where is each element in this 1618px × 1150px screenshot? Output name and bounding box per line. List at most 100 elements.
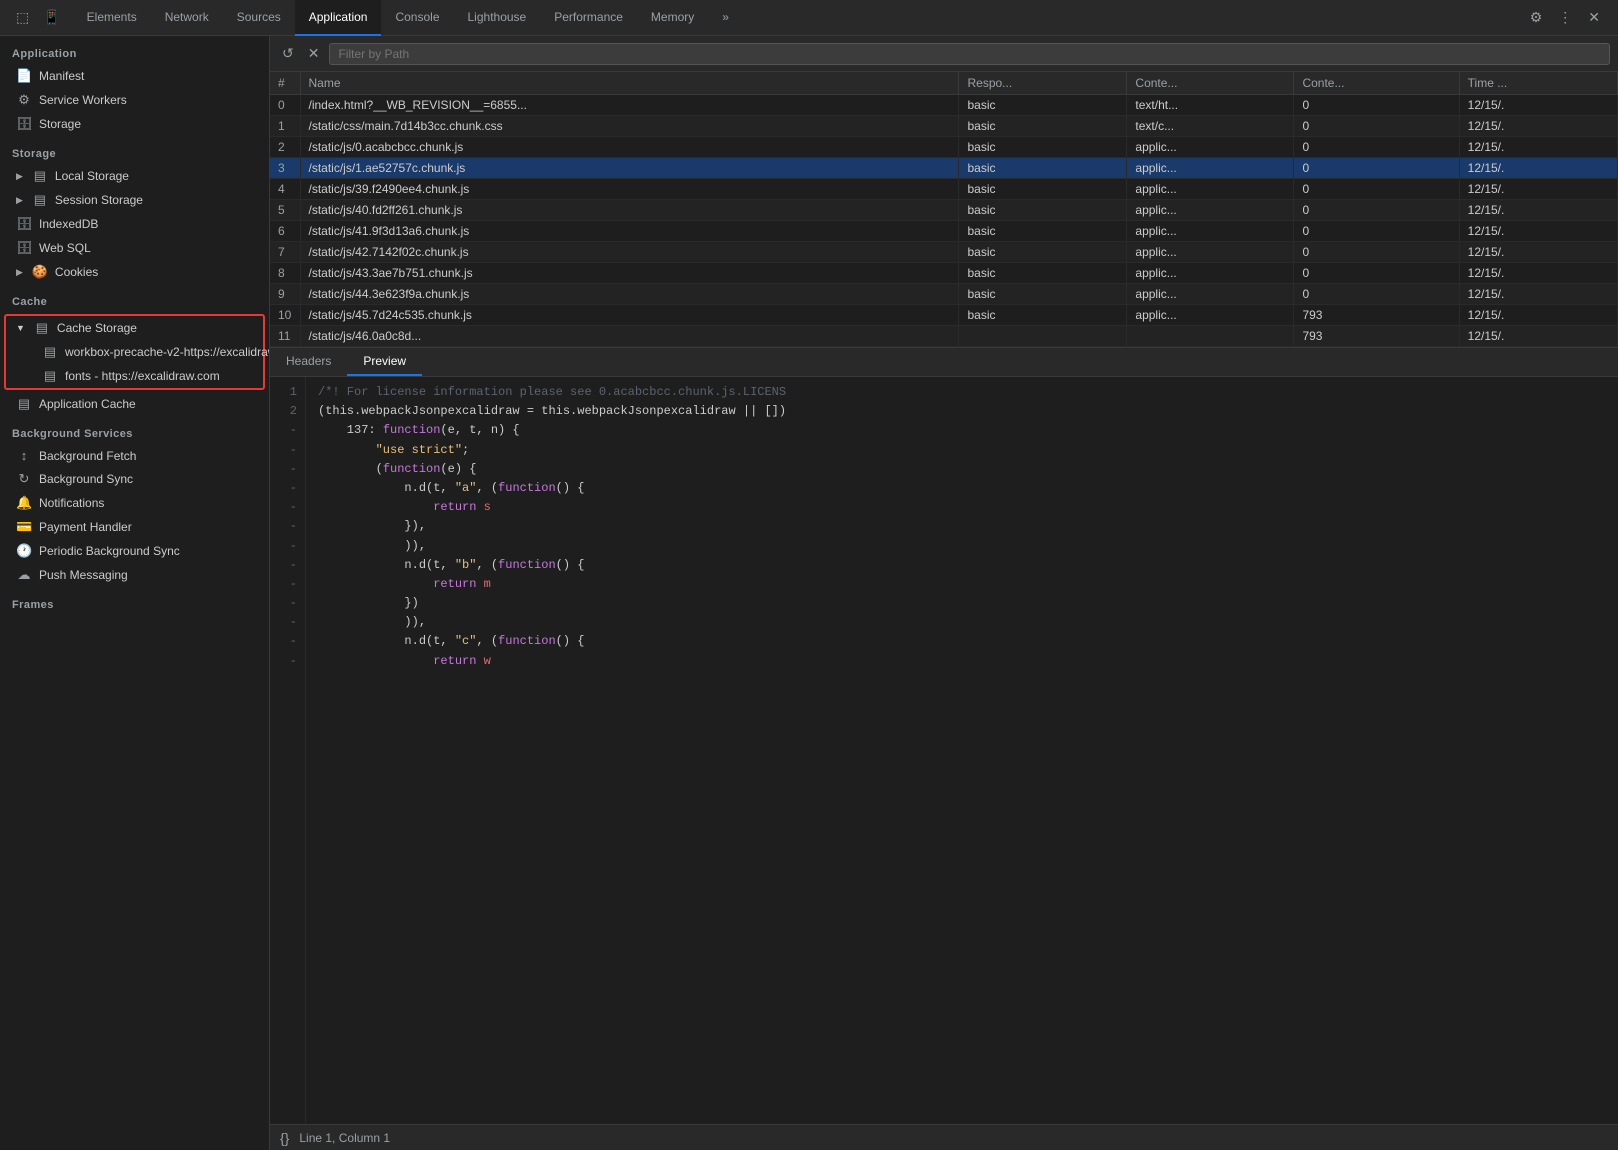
sidebar-item-notifications[interactable]: 🔔 Notifications	[0, 491, 269, 515]
col-header-ct2: Conte...	[1294, 72, 1459, 95]
cell-time: 12/15/.	[1459, 284, 1617, 305]
cell-num: 6	[270, 221, 300, 242]
sidebar-item-bg-fetch[interactable]: ↕ Background Fetch	[0, 444, 269, 467]
tab-lighthouse[interactable]: Lighthouse	[454, 0, 541, 36]
line-number: -	[278, 441, 297, 460]
sidebar-item-storage[interactable]: 🗄 Storage	[0, 112, 269, 136]
table-row[interactable]: 11 /static/js/46.0a0c8d... 793 12/15/.	[270, 326, 1618, 347]
session-storage-label: Session Storage	[55, 193, 143, 207]
sidebar-item-workbox-cache[interactable]: ▤ workbox-precache-v2-https://excalidraw…	[6, 340, 263, 364]
table-row[interactable]: 9 /static/js/44.3e623f9a.chunk.js basic …	[270, 284, 1618, 305]
table-row[interactable]: 8 /static/js/43.3ae7b751.chunk.js basic …	[270, 263, 1618, 284]
cell-time: 12/15/.	[1459, 305, 1617, 326]
col-header-resp: Respo...	[959, 72, 1127, 95]
more-options-icon[interactable]: ⋮	[1552, 5, 1578, 30]
cell-resp: basic	[959, 179, 1127, 200]
sidebar-item-push-messaging[interactable]: ☁ Push Messaging	[0, 563, 269, 587]
tab-console[interactable]: Console	[381, 0, 453, 36]
sidebar-item-bg-sync[interactable]: ↻ Background Sync	[0, 467, 269, 491]
table-row[interactable]: 3 /static/js/1.ae52757c.chunk.js basic a…	[270, 158, 1618, 179]
filter-input[interactable]	[329, 43, 1610, 65]
notifications-icon: 🔔	[16, 495, 32, 511]
cell-time: 12/15/.	[1459, 263, 1617, 284]
tab-performance[interactable]: Performance	[540, 0, 637, 36]
code-line: (function(e) {	[318, 460, 786, 479]
table-row[interactable]: 6 /static/js/41.9f3d13a6.chunk.js basic …	[270, 221, 1618, 242]
sidebar-item-session-storage[interactable]: ▶ ▤ Session Storage	[0, 188, 269, 212]
cell-resp: basic	[959, 200, 1127, 221]
devtools-icons: ⬚ 📱	[4, 5, 73, 30]
sidebar-item-app-cache[interactable]: ▤ Application Cache	[0, 392, 269, 416]
app-cache-label: Application Cache	[39, 397, 136, 411]
sidebar-item-fonts-cache[interactable]: ▤ fonts - https://excalidraw.com	[6, 364, 263, 388]
table-row[interactable]: 10 /static/js/45.7d24c535.chunk.js basic…	[270, 305, 1618, 326]
cell-resp: basic	[959, 221, 1127, 242]
table-row[interactable]: 4 /static/js/39.f2490ee4.chunk.js basic …	[270, 179, 1618, 200]
table-header-row: # Name Respo... Conte... Conte... Time .…	[270, 72, 1618, 95]
sidebar-item-indexeddb[interactable]: 🗄 IndexedDB	[0, 212, 269, 236]
tab-preview[interactable]: Preview	[347, 348, 422, 376]
bg-section-label: Background Services	[0, 416, 269, 444]
line-number: -	[278, 537, 297, 556]
cache-storage-icon: ▤	[34, 320, 50, 336]
service-workers-label: Service Workers	[39, 93, 127, 107]
sidebar-item-periodic-bg-sync[interactable]: 🕐 Periodic Background Sync	[0, 539, 269, 563]
tab-more[interactable]: »	[708, 0, 743, 36]
table-row[interactable]: 7 /static/js/42.7142f02c.chunk.js basic …	[270, 242, 1618, 263]
notifications-label: Notifications	[39, 496, 104, 510]
settings-icon[interactable]: ⚙	[1524, 5, 1549, 30]
code-content: /*! For license information please see 0…	[306, 377, 798, 1124]
line-number: -	[278, 632, 297, 651]
sidebar-item-cookies[interactable]: ▶ 🍪 Cookies	[0, 260, 269, 284]
cell-ct1: applic...	[1127, 284, 1294, 305]
sidebar-item-manifest[interactable]: 📄 Manifest	[0, 64, 269, 88]
code-line: )),	[318, 613, 786, 632]
sidebar-item-service-workers[interactable]: ⚙ Service Workers	[0, 88, 269, 112]
cell-resp: basic	[959, 263, 1127, 284]
tab-network[interactable]: Network	[151, 0, 223, 36]
cell-name: /index.html?__WB_REVISION__=6855...	[300, 95, 959, 116]
cell-num: 0	[270, 95, 300, 116]
sidebar-item-cache-storage[interactable]: ▼ ▤ Cache Storage	[6, 316, 263, 340]
local-storage-label: Local Storage	[55, 169, 129, 183]
sidebar-item-local-storage[interactable]: ▶ ▤ Local Storage	[0, 164, 269, 188]
table-row[interactable]: 0 /index.html?__WB_REVISION__=6855... ba…	[270, 95, 1618, 116]
mobile-icon[interactable]: 📱	[39, 5, 64, 30]
bg-fetch-icon: ↕	[16, 448, 32, 463]
tab-memory[interactable]: Memory	[637, 0, 708, 36]
tab-sources[interactable]: Sources	[223, 0, 295, 36]
cell-name: /static/js/46.0a0c8d...	[300, 326, 959, 347]
clear-icon[interactable]: ✕	[304, 43, 324, 64]
close-icon[interactable]: ✕	[1582, 5, 1606, 30]
cell-num: 9	[270, 284, 300, 305]
cell-ct2: 0	[1294, 200, 1459, 221]
cursor-icon[interactable]: ⬚	[12, 5, 33, 30]
table-row[interactable]: 2 /static/js/0.acabcbcc.chunk.js basic a…	[270, 137, 1618, 158]
line-number: -	[278, 652, 297, 671]
cell-name: /static/js/44.3e623f9a.chunk.js	[300, 284, 959, 305]
cell-ct2: 0	[1294, 263, 1459, 284]
cell-ct1: applic...	[1127, 221, 1294, 242]
cell-time: 12/15/.	[1459, 221, 1617, 242]
table-row[interactable]: 5 /static/js/40.fd2ff261.chunk.js basic …	[270, 200, 1618, 221]
cache-table: # Name Respo... Conte... Conte... Time .…	[270, 72, 1618, 347]
refresh-icon[interactable]: ↺	[278, 43, 298, 64]
col-header-num: #	[270, 72, 300, 95]
sidebar-item-payment-handler[interactable]: 💳 Payment Handler	[0, 515, 269, 539]
cell-resp: basic	[959, 158, 1127, 179]
sidebar-item-web-sql[interactable]: 🗄 Web SQL	[0, 236, 269, 260]
cell-name: /static/js/0.acabcbcc.chunk.js	[300, 137, 959, 158]
curly-braces-icon[interactable]: {}	[280, 1130, 289, 1146]
tab-elements[interactable]: Elements	[73, 0, 151, 36]
cell-time: 12/15/.	[1459, 116, 1617, 137]
cache-table-area: # Name Respo... Conte... Conte... Time .…	[270, 72, 1618, 348]
session-storage-icon: ▤	[32, 192, 48, 208]
code-line: )),	[318, 537, 786, 556]
tab-application[interactable]: Application	[295, 0, 382, 36]
manifest-icon: 📄	[16, 68, 32, 84]
status-line: Line 1, Column 1	[299, 1131, 390, 1145]
tab-headers[interactable]: Headers	[270, 348, 347, 376]
line-number: -	[278, 517, 297, 536]
table-row[interactable]: 1 /static/css/main.7d14b3cc.chunk.css ba…	[270, 116, 1618, 137]
manifest-label: Manifest	[39, 69, 84, 83]
